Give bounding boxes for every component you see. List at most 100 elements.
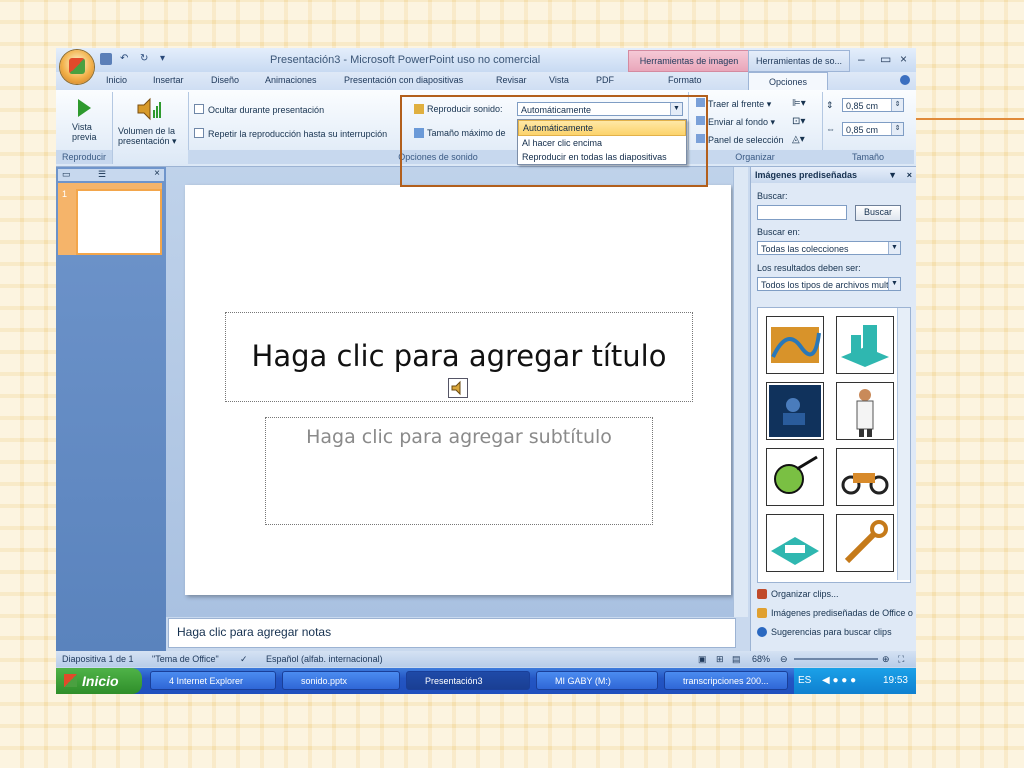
slide-thumbnail[interactable] (76, 189, 162, 255)
context-tab-picture-tools[interactable]: Herramientas de imagen (628, 50, 750, 72)
tab-animaciones[interactable]: Animaciones (265, 75, 317, 85)
close-button[interactable]: × (900, 52, 907, 66)
help-icon[interactable] (900, 75, 910, 85)
start-button[interactable]: Inicio (56, 668, 142, 694)
tab-formato[interactable]: Formato (668, 75, 702, 85)
decorative-line (916, 118, 1024, 120)
hide-during-show[interactable]: Ocultar durante presentación (194, 104, 324, 115)
chevron-down-icon[interactable]: ▼ (670, 103, 682, 115)
volume-label-1[interactable]: Volumen de la (118, 126, 175, 136)
clip-item-4[interactable] (836, 382, 894, 440)
results-select[interactable]: Todos los tipos de archivos mult ▼ (757, 277, 901, 291)
option-automatic[interactable]: Automáticamente (518, 120, 686, 136)
taskbar-item-mi-gaby[interactable]: MI GABY (M:) (536, 671, 658, 690)
search-input[interactable] (757, 205, 847, 220)
taskbar-item-sonido[interactable]: sonido.pptx (282, 671, 400, 690)
taskbar-item-presentacion3[interactable]: Presentación3 (406, 671, 530, 690)
tab-pdf[interactable]: PDF (596, 75, 614, 85)
play-sound-combo[interactable]: Automáticamente ▼ (517, 102, 683, 116)
chevron-down-icon[interactable]: ▼ (888, 278, 900, 290)
tray-icons[interactable]: ◀ ● ● ● (822, 668, 856, 694)
slide-vertical-scrollbar[interactable] (733, 167, 748, 617)
status-theme[interactable]: "Tema de Office" (152, 651, 219, 667)
height-spinner[interactable]: ⇕ (891, 99, 903, 111)
option-on-click[interactable]: Al hacer clic encima (518, 136, 686, 150)
tray-language[interactable]: ES (798, 668, 811, 694)
clip-item-7[interactable] (766, 514, 824, 572)
tab-revisar[interactable]: Revisar (496, 75, 527, 85)
align-icon[interactable]: ⊫▾ (792, 98, 806, 109)
save-icon[interactable] (100, 53, 112, 65)
spell-check-icon[interactable]: ✓ (240, 651, 248, 667)
send-to-back-button[interactable]: Enviar al fondo ▾ (696, 116, 775, 128)
bring-to-front-button[interactable]: Traer al frente ▾ (696, 98, 771, 110)
pane-close-icon[interactable]: × (907, 167, 912, 183)
preview-label-1[interactable]: Vista (72, 122, 92, 132)
group-reproducir: Vista previa Reproducir (56, 92, 113, 164)
taskbar-item-ie[interactable]: 4 Internet Explorer (150, 671, 276, 690)
undo-icon[interactable]: ↶ (120, 53, 132, 65)
search-button[interactable]: Buscar (855, 205, 901, 221)
redo-icon[interactable]: ↻ (140, 53, 152, 65)
selection-pane-button[interactable]: Panel de selección (696, 134, 784, 145)
clipart-scrollbar[interactable] (897, 308, 910, 580)
slides-tab[interactable]: ▭ (62, 169, 71, 180)
subtitle-placeholder[interactable]: Haga clic para agregar subtítulo (265, 417, 653, 525)
rotate-icon[interactable]: ◬▾ (792, 134, 805, 145)
max-size-icon (414, 128, 424, 138)
clip-item-1[interactable] (766, 316, 824, 374)
clip-item-8[interactable] (836, 514, 894, 572)
tab-insertar[interactable]: Insertar (153, 75, 184, 85)
context-tab-sound-tools[interactable]: Herramientas de so... (748, 50, 850, 72)
tab-opciones[interactable]: Opciones (748, 72, 829, 91)
zoom-slider[interactable] (794, 658, 878, 660)
slides-pane-close[interactable]: × (154, 168, 160, 179)
tab-vista[interactable]: Vista (549, 75, 569, 85)
status-language[interactable]: Español (alfab. internacional) (266, 651, 383, 667)
zoom-out-icon[interactable]: ⊖ (780, 651, 788, 667)
organize-clips-link[interactable]: Organizar clips... (757, 589, 839, 599)
slideshow-view-icon[interactable]: ▤ (732, 651, 741, 667)
option-all-slides[interactable]: Reproducir en todas las diapositivas (518, 150, 686, 164)
search-label: Buscar: (757, 191, 788, 201)
chevron-down-icon[interactable]: ▼ (888, 242, 900, 254)
customize-icon[interactable]: ▾ (160, 53, 172, 65)
width-input[interactable]: 0,85 cm ⇕ (842, 122, 904, 136)
height-input[interactable]: 0,85 cm ⇕ (842, 98, 904, 112)
tab-diseno[interactable]: Diseño (211, 75, 239, 85)
system-tray: ES ◀ ● ● ● 19:53 (794, 668, 916, 694)
slide-canvas[interactable]: Haga clic para agregar título Haga clic … (185, 185, 731, 595)
preview-label-2[interactable]: previa (72, 132, 97, 142)
play-icon[interactable] (76, 98, 92, 118)
repeat-checkbox[interactable] (194, 128, 204, 138)
clip-item-5[interactable] (766, 448, 824, 506)
sorter-view-icon[interactable]: ⊞ (716, 651, 724, 667)
minimize-button[interactable]: – (858, 52, 865, 66)
group-icon[interactable]: ⊡▾ (792, 116, 805, 127)
search-in-select[interactable]: Todas las colecciones ▼ (757, 241, 901, 255)
normal-view-icon[interactable]: ▣ (698, 651, 707, 667)
office-button[interactable] (60, 50, 94, 84)
clip-item-2[interactable] (836, 316, 894, 374)
taskbar-item-transcripciones[interactable]: transcripciones 200... (664, 671, 788, 690)
office-clipart-link[interactable]: Imágenes prediseñadas de Office o (757, 608, 913, 618)
clip-item-6[interactable] (836, 448, 894, 506)
status-zoom[interactable]: 68% (752, 651, 770, 667)
pane-menu-icon[interactable]: ▼ (888, 167, 897, 183)
zoom-in-icon[interactable]: ⊕ (882, 651, 890, 667)
volume-label-2[interactable]: presentación ▾ (118, 136, 177, 147)
search-tips-link[interactable]: Sugerencias para buscar clips (757, 627, 892, 637)
repeat-until-stopped[interactable]: Repetir la reproducción hasta su interru… (194, 128, 387, 139)
play-sound-value: Automáticamente (521, 105, 592, 115)
volume-icon[interactable] (136, 96, 162, 122)
clip-item-3[interactable] (766, 382, 824, 440)
restore-button[interactable]: ▭ (880, 52, 891, 66)
tab-presentacion[interactable]: Presentación con diapositivas (344, 75, 463, 85)
outline-tab[interactable]: ☰ (98, 169, 106, 180)
notes-field[interactable]: Haga clic para agregar notas (168, 618, 736, 648)
width-spinner[interactable]: ⇕ (891, 123, 903, 135)
fit-window-icon[interactable]: ⛶ (898, 651, 904, 667)
speaker-icon[interactable] (448, 378, 468, 398)
hide-checkbox[interactable] (194, 104, 204, 114)
tab-inicio[interactable]: Inicio (106, 75, 127, 85)
